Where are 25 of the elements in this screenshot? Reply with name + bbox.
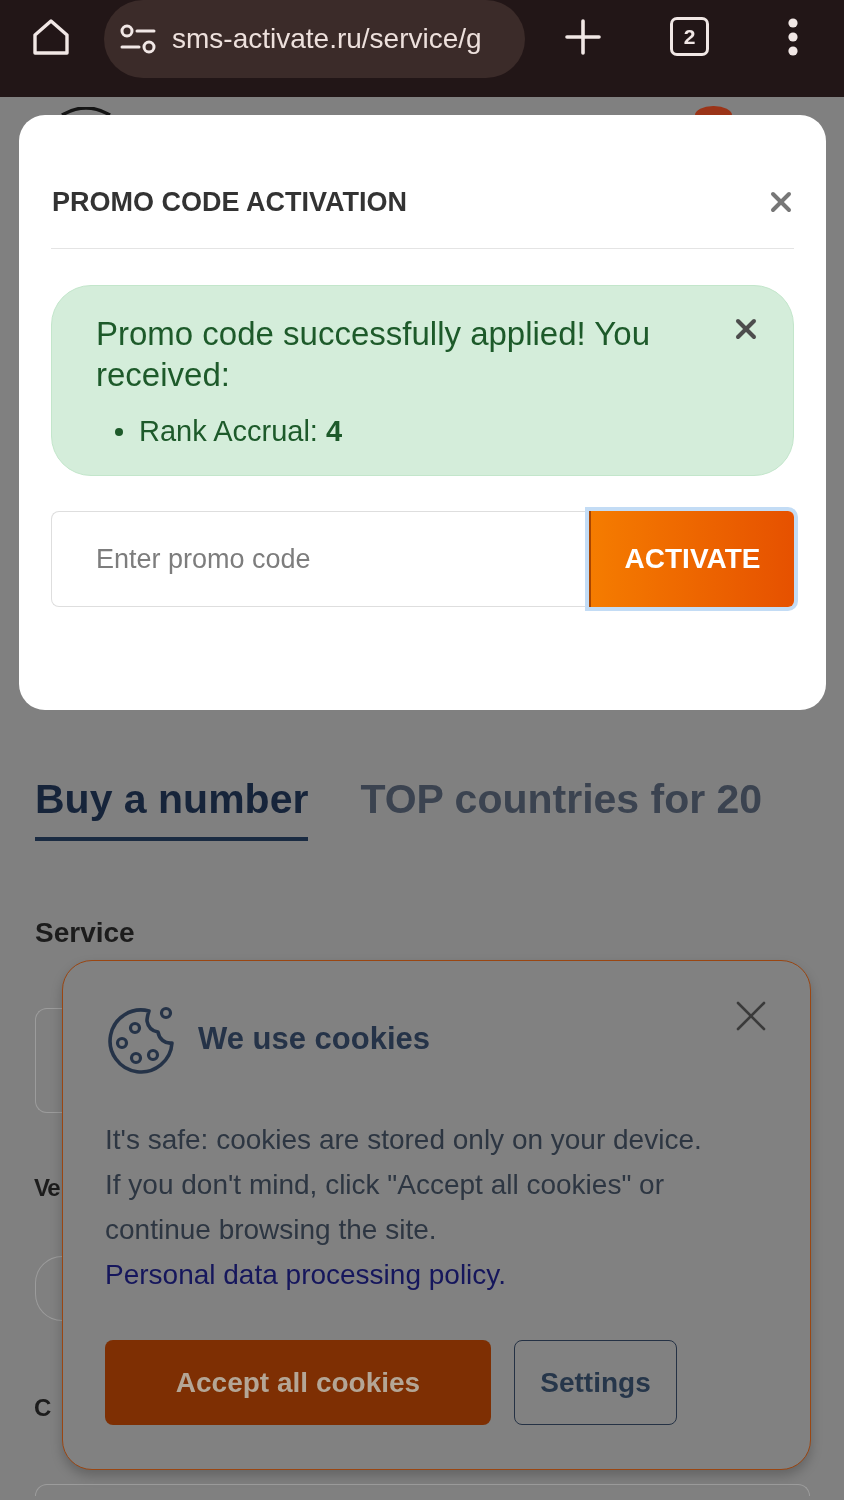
cookie-notice-text: It's safe: cookies are stored only on your device. If you don't mind, click "Accept all cookies" or continue browsing the site. Personal data processing policy. xyxy=(105,1123,703,1292)
cookie-settings-button[interactable]: Settings xyxy=(514,1340,677,1425)
tab[interactable]: TOP countries for 20 xyxy=(360,775,763,841)
site-settings-icon[interactable] xyxy=(120,24,156,54)
new-tab-icon[interactable] xyxy=(565,19,601,55)
close-icon[interactable] xyxy=(770,191,792,213)
field-label: C xyxy=(34,1393,50,1423)
accept-cookies-button[interactable]: Accept all cookies xyxy=(105,1340,491,1425)
logo-icon[interactable] xyxy=(60,107,112,115)
bullet-icon xyxy=(115,427,123,436)
tab[interactable]: Buy a number xyxy=(35,775,309,841)
dialog-title: PROMO CODE ACTIVATION xyxy=(52,186,407,219)
alert-message: Promo code successfully applied! You received: xyxy=(96,314,651,395)
address-bar[interactable]: sms-activate.ru/service/g xyxy=(104,0,525,78)
url-text: sms-activate.ru/service/g xyxy=(172,23,482,55)
field-label: Ve xyxy=(34,1173,60,1203)
reward-item: Rank Accrual: 4 xyxy=(139,415,343,448)
privacy-policy-link[interactable]: Personal data processing policy. xyxy=(105,1259,507,1290)
home-icon[interactable] xyxy=(32,18,70,56)
tab-switcher-button[interactable]: 2 xyxy=(670,17,709,56)
menu-icon[interactable] xyxy=(787,18,799,56)
cookie-title: We use cookies xyxy=(198,1021,431,1057)
close-icon[interactable] xyxy=(736,1001,766,1031)
close-icon[interactable] xyxy=(735,318,757,340)
field-label: Service xyxy=(35,916,135,950)
